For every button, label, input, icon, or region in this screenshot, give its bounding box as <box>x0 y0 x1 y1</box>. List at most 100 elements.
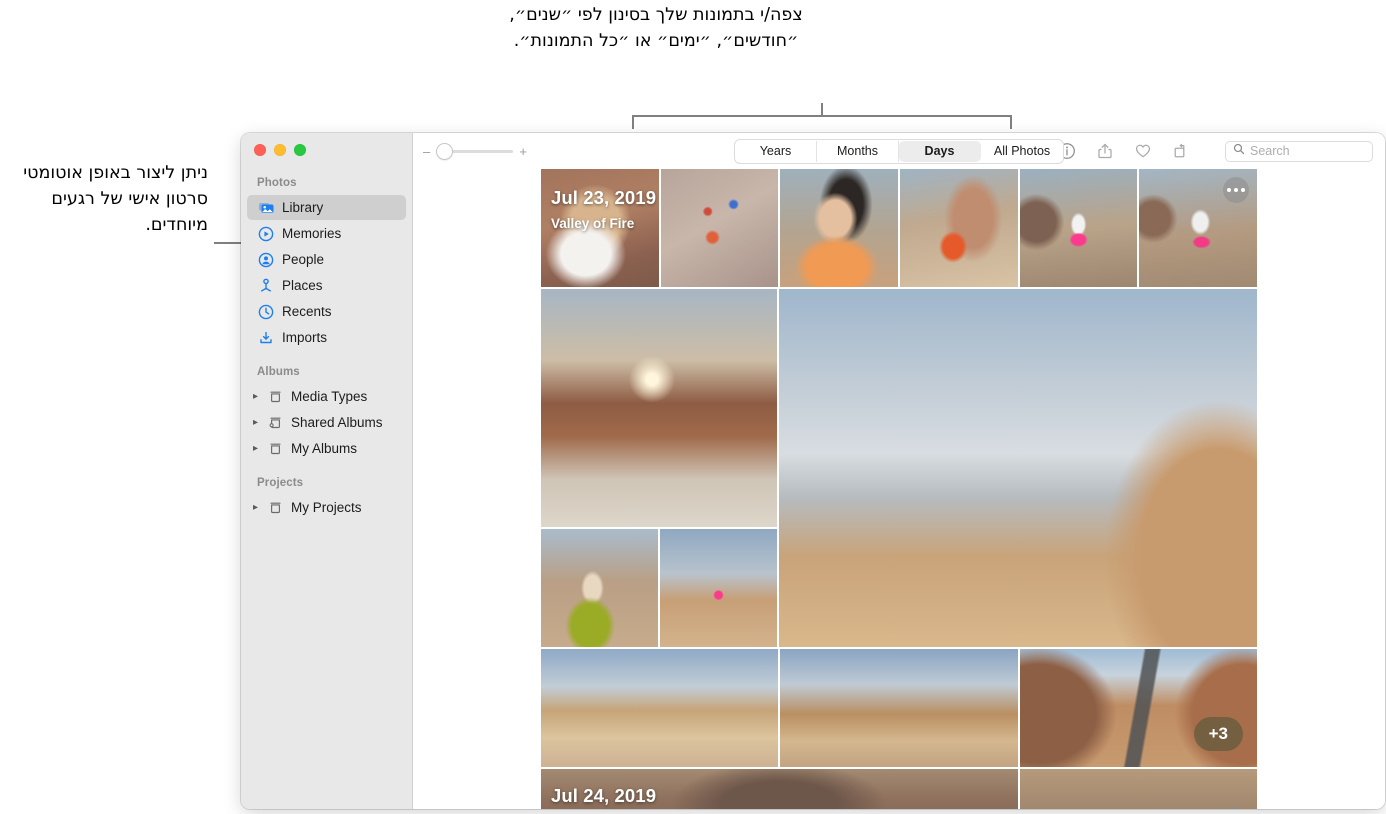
day-date: Jul 24, 2019 <box>551 785 657 806</box>
photo-image <box>1019 169 1138 287</box>
photo-thumbnail[interactable] <box>900 169 1018 287</box>
photo-image <box>780 169 899 287</box>
photo-thumbnail[interactable] <box>1019 169 1138 287</box>
photo-image <box>660 529 777 647</box>
sidebar-header-photos: Photos <box>257 177 297 189</box>
photo-image <box>780 649 1018 767</box>
sidebar-item-memories[interactable]: Memories <box>247 221 406 246</box>
sidebar-item-library[interactable]: Library <box>247 195 406 220</box>
search-icon <box>1233 142 1245 160</box>
sidebar-item-label: Shared Albums <box>291 415 383 430</box>
sidebar-item-shared-albums[interactable]: ▸ Shared Albums <box>247 410 406 435</box>
photo-thumbnail[interactable] <box>660 529 777 647</box>
photo-image <box>541 529 658 647</box>
sidebar-header-albums: Albums <box>257 366 300 378</box>
search-placeholder: Search <box>1250 144 1290 158</box>
photo-thumbnail[interactable] <box>541 529 658 647</box>
grid-row <box>541 289 1257 647</box>
sidebar-item-label: Recents <box>282 304 332 319</box>
sidebar-item-recents[interactable]: Recents <box>247 299 406 324</box>
sidebar-item-label: People <box>282 252 325 267</box>
photo-image <box>900 169 1018 287</box>
sidebar-item-label: Memories <box>282 226 342 241</box>
callout-leader-top-tick-right <box>1010 115 1012 129</box>
favorite-heart-icon[interactable] <box>1133 141 1153 161</box>
photo-thumbnail[interactable]: Jul 23, 2019 Valley of Fire <box>541 169 659 287</box>
sidebar-item-label: Places <box>282 278 323 293</box>
photo-image <box>779 289 1257 647</box>
photo-grid-scroll-area[interactable]: Jul 23, 2019 Valley of Fire +3 Jul 24, 2… <box>413 169 1385 809</box>
toolbar-actions: Search <box>1057 140 1373 162</box>
sidebar-group-albums: Albums ▸ Media Types ▸ Shared Albums ▸ M… <box>241 366 412 461</box>
zoom-out-label[interactable]: – <box>423 145 430 158</box>
sidebar-item-places[interactable]: Places <box>247 273 406 298</box>
sidebar-header-projects: Projects <box>257 477 304 489</box>
photo-thumbnail[interactable] <box>779 289 1257 647</box>
callout-leader-top-tick-left <box>632 115 634 129</box>
photo-grid: Jul 23, 2019 Valley of Fire +3 Jul 24, 2… <box>541 169 1258 809</box>
callout-text-left: ניתן ליצור באופן אוטומטי סרטון אישי של ר… <box>23 163 208 235</box>
people-icon <box>257 251 275 269</box>
minimize-button[interactable] <box>274 144 286 156</box>
grid-column <box>541 289 777 647</box>
memories-icon <box>257 225 275 243</box>
content-area: – + Years Months Days All Photos Search … <box>413 133 1385 809</box>
photo-thumbnail[interactable]: +3 <box>1020 649 1257 767</box>
grid-subrow <box>541 529 777 647</box>
photo-thumbnail[interactable] <box>541 649 778 767</box>
tab-months[interactable]: Months <box>817 140 899 162</box>
day-location: Valley of Fire <box>551 216 635 231</box>
toolbar: – + Years Months Days All Photos Search <box>413 133 1385 169</box>
photo-thumbnail[interactable] <box>780 649 1018 767</box>
zoom-in-label[interactable]: + <box>519 145 527 158</box>
photos-app-window: Photos Library Memories People Places Re… <box>241 133 1385 809</box>
grid-row: Jul 24, 2019 <box>541 769 1257 809</box>
album-icon <box>266 499 284 517</box>
chevron-right-icon[interactable]: ▸ <box>253 502 262 513</box>
sidebar-item-imports[interactable]: Imports <box>247 325 406 350</box>
sidebar-group-projects: Projects ▸ My Projects <box>241 477 412 520</box>
share-icon[interactable] <box>1095 141 1115 161</box>
photo-thumbnail[interactable]: Jul 24, 2019 <box>541 769 1018 809</box>
day-header: Jul 23, 2019 Valley of Fire <box>551 187 656 231</box>
places-icon <box>257 277 275 295</box>
sidebar-item-my-albums[interactable]: ▸ My Albums <box>247 436 406 461</box>
callout-text-top: צפה/י בתמונות שלך בסינון לפי ״שנים״, ״חו… <box>509 5 803 51</box>
callout-leader-top-bar <box>632 115 1012 117</box>
album-icon <box>266 440 284 458</box>
photo-thumbnail[interactable] <box>1139 169 1258 287</box>
photo-image <box>1020 769 1257 809</box>
photo-thumbnail[interactable] <box>780 169 899 287</box>
slider-track[interactable] <box>436 143 514 159</box>
tab-years[interactable]: Years <box>735 140 817 162</box>
sidebar-item-label: Imports <box>282 330 328 345</box>
zoom-button[interactable] <box>294 144 306 156</box>
overflow-count-badge[interactable]: +3 <box>1193 717 1243 751</box>
window-traffic-lights <box>254 144 306 156</box>
rotate-icon[interactable] <box>1171 141 1191 161</box>
photo-thumbnail[interactable] <box>541 289 777 527</box>
sidebar-item-label: Library <box>282 200 324 215</box>
sidebar-item-label: Media Types <box>291 389 368 404</box>
sidebar-item-people[interactable]: People <box>247 247 406 272</box>
photo-thumbnail[interactable] <box>1020 769 1257 809</box>
more-options-icon[interactable] <box>1223 177 1250 203</box>
grid-row: Jul 23, 2019 Valley of Fire <box>541 169 1258 287</box>
view-mode-segmented-control[interactable]: Years Months Days All Photos <box>734 138 1064 164</box>
library-icon <box>257 199 275 217</box>
photo-image <box>541 289 777 527</box>
thumbnail-size-slider[interactable]: – + <box>423 143 527 159</box>
sidebar-item-media-types[interactable]: ▸ Media Types <box>247 384 406 409</box>
chevron-right-icon[interactable]: ▸ <box>253 443 262 454</box>
close-button[interactable] <box>254 144 266 156</box>
tab-days[interactable]: Days <box>899 140 981 162</box>
tab-all-photos[interactable]: All Photos <box>981 141 1063 162</box>
photo-thumbnail[interactable] <box>660 169 779 287</box>
slider-knob[interactable] <box>437 143 453 159</box>
grid-row: +3 <box>541 649 1257 767</box>
day-date: Jul 23, 2019 <box>551 187 657 208</box>
chevron-right-icon[interactable]: ▸ <box>253 391 262 402</box>
search-field[interactable]: Search <box>1225 140 1373 162</box>
sidebar-item-my-projects[interactable]: ▸ My Projects <box>247 495 406 520</box>
chevron-right-icon[interactable]: ▸ <box>253 417 262 428</box>
